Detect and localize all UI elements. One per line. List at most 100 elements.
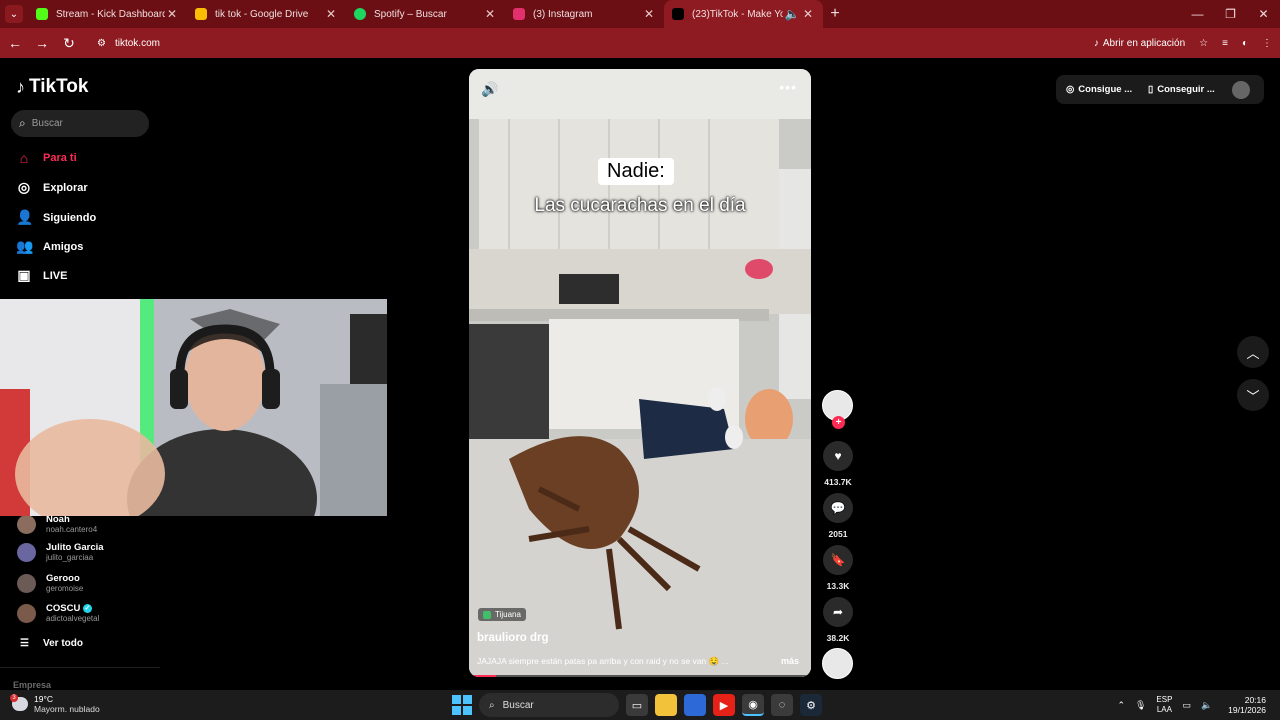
video-author[interactable]: braulioro drg bbox=[477, 632, 549, 644]
chrome-icon[interactable]: ◉ bbox=[742, 694, 764, 716]
close-icon[interactable]: ✕ bbox=[642, 7, 656, 21]
video-caption-line1: Nadie: bbox=[598, 158, 674, 185]
tab-kick[interactable]: Stream - Kick Dashboard ✕ bbox=[28, 0, 187, 28]
close-icon[interactable]: ✕ bbox=[165, 7, 179, 21]
language-indicator[interactable]: ESP LAA bbox=[1156, 695, 1172, 715]
tab-instagram[interactable]: (3) Instagram ✕ bbox=[505, 0, 664, 28]
footer-company-link[interactable]: Empresa bbox=[13, 680, 51, 690]
tab-search-button[interactable]: ⌄ bbox=[0, 0, 28, 28]
verified-icon: ✓ bbox=[82, 603, 92, 613]
site-info-icon[interactable]: ⚙ bbox=[97, 38, 106, 49]
tab-drive[interactable]: tik tok - Google Drive ✕ bbox=[187, 0, 346, 28]
avatar bbox=[17, 603, 36, 623]
nav-live[interactable]: ▣ LIVE bbox=[16, 267, 67, 284]
search-input[interactable]: ⌕ Buscar bbox=[11, 110, 149, 137]
weather-widget[interactable]: 3 19°C Mayorm. nublado bbox=[10, 694, 100, 714]
steam-icon[interactable]: ⚙ bbox=[800, 694, 822, 716]
url-field[interactable]: ⚙ tiktok.com bbox=[97, 38, 160, 49]
see-all-button[interactable]: ☰ Ver todo bbox=[20, 638, 83, 649]
instagram-icon bbox=[513, 8, 525, 20]
nav-following[interactable]: 👤 Siguiendo bbox=[16, 209, 96, 226]
youtube-icon[interactable]: ▶ bbox=[713, 694, 735, 716]
nav-for-you[interactable]: ⌂ Para ti bbox=[16, 150, 77, 166]
close-icon[interactable]: ✕ bbox=[483, 7, 497, 21]
like-count: 413.7K bbox=[824, 477, 852, 487]
nav-explore[interactable]: ◎ Explorar bbox=[16, 179, 88, 196]
share-button[interactable]: ➦ 38.2K bbox=[822, 597, 854, 643]
clock[interactable]: 20:16 19/1/2026 bbox=[1228, 695, 1266, 715]
creator-avatar[interactable]: + bbox=[822, 390, 854, 429]
comment-count: 2051 bbox=[828, 529, 848, 539]
get-app-label: Conseguir ... bbox=[1157, 84, 1215, 95]
get-coins-button[interactable]: ◎ Consigue ... bbox=[1056, 84, 1136, 95]
language-code: ESP bbox=[1156, 695, 1173, 704]
follow-plus-icon[interactable]: + bbox=[832, 416, 845, 429]
task-view-icon[interactable]: ▭ bbox=[626, 694, 648, 716]
forward-icon[interactable]: → bbox=[30, 35, 54, 51]
open-in-app-button[interactable]: ♪ Abrir en aplicación bbox=[1094, 38, 1185, 49]
location-tag[interactable]: Tijuana bbox=[478, 608, 526, 621]
phone-icon: ▯ bbox=[1148, 84, 1154, 95]
previous-video-button[interactable]: ︿ bbox=[1237, 336, 1269, 368]
close-icon[interactable]: ✕ bbox=[801, 7, 815, 21]
account-name: Julito Garcia bbox=[46, 542, 104, 553]
volume-icon[interactable]: 🔊 bbox=[481, 81, 498, 98]
chevron-up-icon: ︿ bbox=[1246, 345, 1260, 361]
playlist-icon[interactable]: ≡ bbox=[1222, 38, 1228, 49]
following-account[interactable]: COSCU ✓ adictoalvegetal bbox=[17, 603, 99, 623]
app-icon[interactable]: ◌ bbox=[771, 694, 793, 716]
chevron-down-icon: ﹀ bbox=[1246, 388, 1260, 404]
close-window-button[interactable]: ✕ bbox=[1247, 0, 1280, 28]
volume-icon[interactable]: 🔈 bbox=[1201, 700, 1212, 711]
reload-icon[interactable]: ↻ bbox=[57, 35, 81, 52]
save-button[interactable]: 🔖 13.3K bbox=[822, 545, 854, 591]
following-account[interactable]: Noah noah.cantero4 bbox=[17, 514, 97, 534]
video-caption-line2: Las cucarachas en el día bbox=[534, 195, 746, 216]
open-in-app-label: Abrir en aplicación bbox=[1102, 37, 1186, 49]
taskbar-search[interactable]: ⌕ Buscar bbox=[479, 693, 619, 717]
get-app-button[interactable]: ▯ Conseguir ... bbox=[1136, 84, 1224, 95]
list-icon: ☰ bbox=[20, 638, 29, 649]
share-icon: ➦ bbox=[823, 597, 853, 627]
new-tab-button[interactable]: + bbox=[823, 5, 847, 23]
tiktok-note-icon: ♪ bbox=[16, 76, 25, 97]
location-icon bbox=[483, 610, 491, 619]
menu-icon[interactable]: ⋮ bbox=[1262, 38, 1272, 49]
profile-avatar[interactable] bbox=[1232, 80, 1250, 99]
tab-tiktok[interactable]: (23)TikTok - Make Your Day 🔈 ✕ bbox=[664, 0, 823, 28]
more-options-icon[interactable]: ••• bbox=[779, 79, 797, 95]
profile-icon[interactable]: ◐ bbox=[1242, 38, 1248, 49]
speaker-icon[interactable]: 🔈 bbox=[783, 7, 801, 21]
microphone-icon[interactable]: 🎙 bbox=[1135, 700, 1146, 711]
get-coins-label: Consigue ... bbox=[1078, 84, 1133, 95]
file-explorer-icon[interactable] bbox=[655, 694, 677, 716]
windows-start-icon[interactable] bbox=[452, 695, 472, 715]
network-icon[interactable]: ▭ bbox=[1182, 700, 1191, 711]
nav-friends[interactable]: 👥 Amigos bbox=[16, 238, 83, 255]
tiktok-icon: ♪ bbox=[1093, 37, 1099, 49]
more-button[interactable]: más bbox=[781, 656, 799, 666]
back-icon[interactable]: ← bbox=[3, 35, 27, 51]
tiktok-logo[interactable]: ♪ TikTok bbox=[16, 76, 88, 98]
next-video-button[interactable]: ﹀ bbox=[1237, 379, 1269, 411]
video-player[interactable]: 🔊 ••• Nadie: Las cucarachas en el día Ti… bbox=[469, 69, 811, 677]
restore-button[interactable]: ❐ bbox=[1214, 0, 1247, 28]
close-icon[interactable]: ✕ bbox=[324, 7, 338, 21]
video-progress[interactable] bbox=[469, 675, 811, 677]
star-icon[interactable]: ☆ bbox=[1199, 38, 1208, 49]
chevron-down-icon: ⌄ bbox=[5, 5, 23, 23]
like-button[interactable]: ♥ 413.7K bbox=[822, 441, 854, 487]
sound-disc[interactable] bbox=[822, 648, 854, 679]
chevron-up-icon[interactable]: ⌃ bbox=[1117, 700, 1125, 711]
minimize-button[interactable]: — bbox=[1181, 0, 1214, 28]
following-account[interactable]: Gerooo geromoise bbox=[17, 573, 83, 593]
tab-label: (3) Instagram bbox=[533, 8, 593, 20]
store-icon[interactable] bbox=[684, 694, 706, 716]
following-account[interactable]: Julito Garcia julito_garciaa bbox=[17, 542, 104, 562]
live-icon: ▣ bbox=[17, 267, 31, 283]
comment-button[interactable]: 💬 2051 bbox=[822, 493, 854, 539]
tab-spotify[interactable]: Spotify – Buscar ✕ bbox=[346, 0, 505, 28]
url-text: tiktok.com bbox=[114, 37, 160, 49]
layout-code: LAA bbox=[1156, 705, 1172, 714]
drive-icon bbox=[195, 8, 207, 20]
